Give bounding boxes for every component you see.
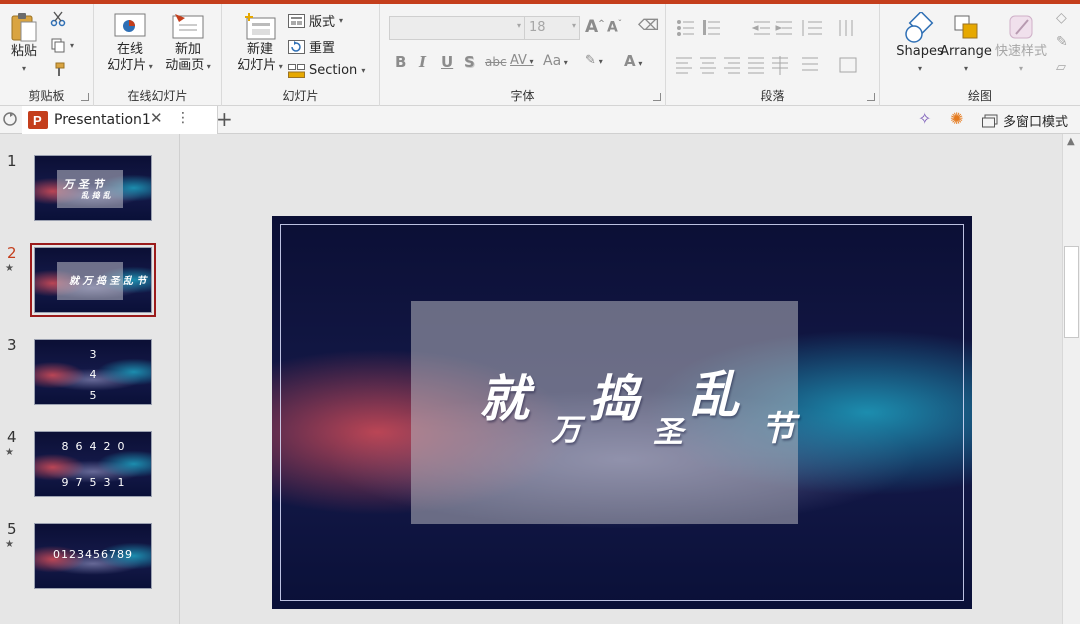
grow-font-button[interactable]: A^ bbox=[585, 17, 605, 37]
clipboard-group: 粘贴 ▾ ▾ 剪贴板 bbox=[0, 4, 94, 106]
thumbnail-image: 万 圣 节 乱 捣 乱 bbox=[34, 155, 152, 221]
arrange-button[interactable]: Arrange ▾ bbox=[938, 12, 994, 75]
font-color-button[interactable]: A ▾ bbox=[624, 52, 642, 70]
ribbon: 粘贴 ▾ ▾ 剪贴板 在线 幻灯片 ▾ 新加 动画页 ▾ 在线幻灯片 新建 幻灯… bbox=[0, 4, 1080, 106]
tab-more-icon[interactable]: ⋮ bbox=[176, 110, 190, 126]
paste-button[interactable]: 粘贴 ▾ bbox=[6, 10, 42, 75]
slide-char-4: 圣 bbox=[653, 415, 683, 450]
paragraph-controls[interactable] bbox=[676, 18, 872, 78]
quick-styles-icon bbox=[1009, 15, 1033, 39]
slide-char-2: 万 bbox=[551, 413, 581, 448]
vertical-scrollbar[interactable]: ▲ bbox=[1062, 134, 1080, 624]
clipboard-dialog-launcher[interactable] bbox=[81, 93, 89, 101]
tab-close-icon[interactable]: ✕ bbox=[150, 109, 163, 127]
thumbnail-slide-2[interactable]: 2 ★ 就 万 捣 圣 乱 节 bbox=[0, 243, 180, 317]
online-slide-icon bbox=[114, 13, 146, 37]
copy-icon[interactable]: ▾ bbox=[50, 37, 74, 53]
scrollbar-thumb[interactable] bbox=[1064, 246, 1079, 338]
shape-outline-icon[interactable]: ✎ bbox=[1056, 34, 1068, 50]
wand-icon[interactable]: ✧ bbox=[918, 109, 931, 128]
thumbnail-slide-1[interactable]: 1 万 圣 节 乱 捣 乱 bbox=[0, 152, 180, 224]
powerpoint-icon: P bbox=[28, 111, 48, 129]
slide-char-6: 节 bbox=[761, 409, 795, 449]
thumbnail-image: 0123456789 bbox=[34, 523, 152, 589]
section-button[interactable]: Section ▾ bbox=[288, 63, 365, 78]
animation-star-icon: ★ bbox=[5, 447, 14, 458]
slides-group: 新建 幻灯片 ▾ 版式 ▾ 重置 Section ▾ 幻灯片 bbox=[222, 4, 380, 106]
drawing-group: Shapes ▾ Arrange ▾ 快速样式 ▾ ◇ ✎ ▱ 绘图 bbox=[880, 4, 1080, 106]
shadow-button[interactable]: S bbox=[464, 53, 475, 71]
slide-thumbnail-panel: 1 万 圣 节 乱 捣 乱 2 ★ 就 万 捣 圣 乱 节 3 3 4 5 4 … bbox=[0, 134, 180, 624]
reset-button[interactable]: 重置 bbox=[288, 37, 335, 56]
animation-star-icon: ★ bbox=[5, 263, 14, 274]
font-size-input[interactable]: 18 ▾ bbox=[524, 16, 580, 40]
online-slides-group: 在线 幻灯片 ▾ 新加 动画页 ▾ 在线幻灯片 bbox=[94, 4, 222, 106]
paragraph-group: 段落 bbox=[666, 4, 880, 106]
change-case-button[interactable]: Aa ▾ bbox=[543, 53, 568, 69]
thumbnail-image: 就 万 捣 圣 乱 节 bbox=[30, 243, 156, 317]
char-spacing-button[interactable]: AV ▾ bbox=[510, 53, 534, 68]
bold-button[interactable]: B bbox=[395, 53, 406, 71]
document-tab-strip: P Presentation1 ✕ ⋮ + ✧ ✺ 多窗口模式 bbox=[0, 106, 1080, 134]
paragraph-dialog-launcher[interactable] bbox=[867, 93, 875, 101]
shapes-icon bbox=[905, 12, 934, 43]
italic-button[interactable]: I bbox=[419, 53, 426, 71]
arrange-icon bbox=[954, 15, 978, 39]
font-group: ▾ 18 ▾ A^ Aˇ ⌫ B I U S abc AV ▾ Aa ▾ ✎ ▾ … bbox=[380, 4, 666, 106]
paste-dropdown-arrow[interactable]: ▾ bbox=[22, 64, 26, 73]
slide-char-5: 乱 bbox=[689, 365, 739, 424]
tab-presentation1[interactable]: P Presentation1 ✕ ⋮ + bbox=[22, 106, 233, 134]
thumbnail-image: 8 6 4 2 0 9 7 5 3 1 bbox=[34, 431, 152, 497]
slide-char-1: 就 bbox=[479, 369, 529, 428]
new-animation-page-button[interactable]: 新加 动画页 ▾ bbox=[160, 12, 216, 75]
paste-icon bbox=[11, 13, 37, 42]
current-slide[interactable]: 就 万 捣 圣 乱 节 bbox=[272, 216, 972, 609]
underline-button[interactable]: U bbox=[441, 53, 453, 71]
font-dialog-launcher[interactable] bbox=[653, 93, 661, 101]
title-text-box[interactable]: 就 万 捣 圣 乱 节 bbox=[411, 301, 798, 524]
new-slide-icon bbox=[245, 13, 276, 40]
new-tab-icon[interactable]: + bbox=[216, 107, 233, 131]
shrink-font-button[interactable]: Aˇ bbox=[607, 19, 622, 36]
layout-icon bbox=[288, 13, 305, 28]
shape-effects-icon[interactable]: ▱ bbox=[1056, 60, 1066, 75]
format-painter-icon[interactable] bbox=[50, 62, 66, 78]
thumbnail-slide-3[interactable]: 3 3 4 5 bbox=[0, 336, 180, 408]
quick-styles-button[interactable]: 快速样式 ▾ bbox=[992, 12, 1050, 75]
thumbnail-slide-4[interactable]: 4 ★ 8 6 4 2 0 9 7 5 3 1 bbox=[0, 428, 180, 500]
animation-star-icon: ★ bbox=[5, 539, 14, 550]
online-slides-button[interactable]: 在线 幻灯片 ▾ bbox=[102, 12, 158, 75]
strikethrough-button[interactable]: abc bbox=[485, 55, 507, 69]
shape-fill-icon[interactable]: ◇ bbox=[1056, 10, 1067, 26]
new-slide-button[interactable]: 新建 幻灯片 ▾ bbox=[230, 12, 290, 75]
sync-icon[interactable] bbox=[2, 111, 18, 131]
layout-button[interactable]: 版式 ▾ bbox=[288, 11, 343, 30]
svg-text:P: P bbox=[33, 113, 42, 128]
settings-gear-icon[interactable]: ✺ bbox=[950, 109, 963, 128]
highlight-icon[interactable]: ✎ ▾ bbox=[585, 53, 603, 68]
font-name-input[interactable]: ▾ bbox=[389, 16, 525, 40]
animation-page-icon bbox=[172, 14, 204, 39]
cut-icon[interactable] bbox=[50, 11, 66, 27]
scroll-up-arrow-icon[interactable]: ▲ bbox=[1067, 136, 1075, 147]
multi-window-icon bbox=[981, 114, 998, 127]
thumbnail-slide-5[interactable]: 5 ★ 0123456789 bbox=[0, 520, 180, 592]
section-icon bbox=[288, 63, 305, 78]
thumbnail-image: 3 4 5 bbox=[34, 339, 152, 405]
slide-char-3: 捣 bbox=[589, 369, 639, 428]
reset-icon bbox=[288, 39, 305, 54]
clear-format-icon[interactable]: ⌫ bbox=[638, 16, 659, 34]
multi-window-button[interactable]: 多窗口模式 bbox=[981, 111, 1068, 130]
